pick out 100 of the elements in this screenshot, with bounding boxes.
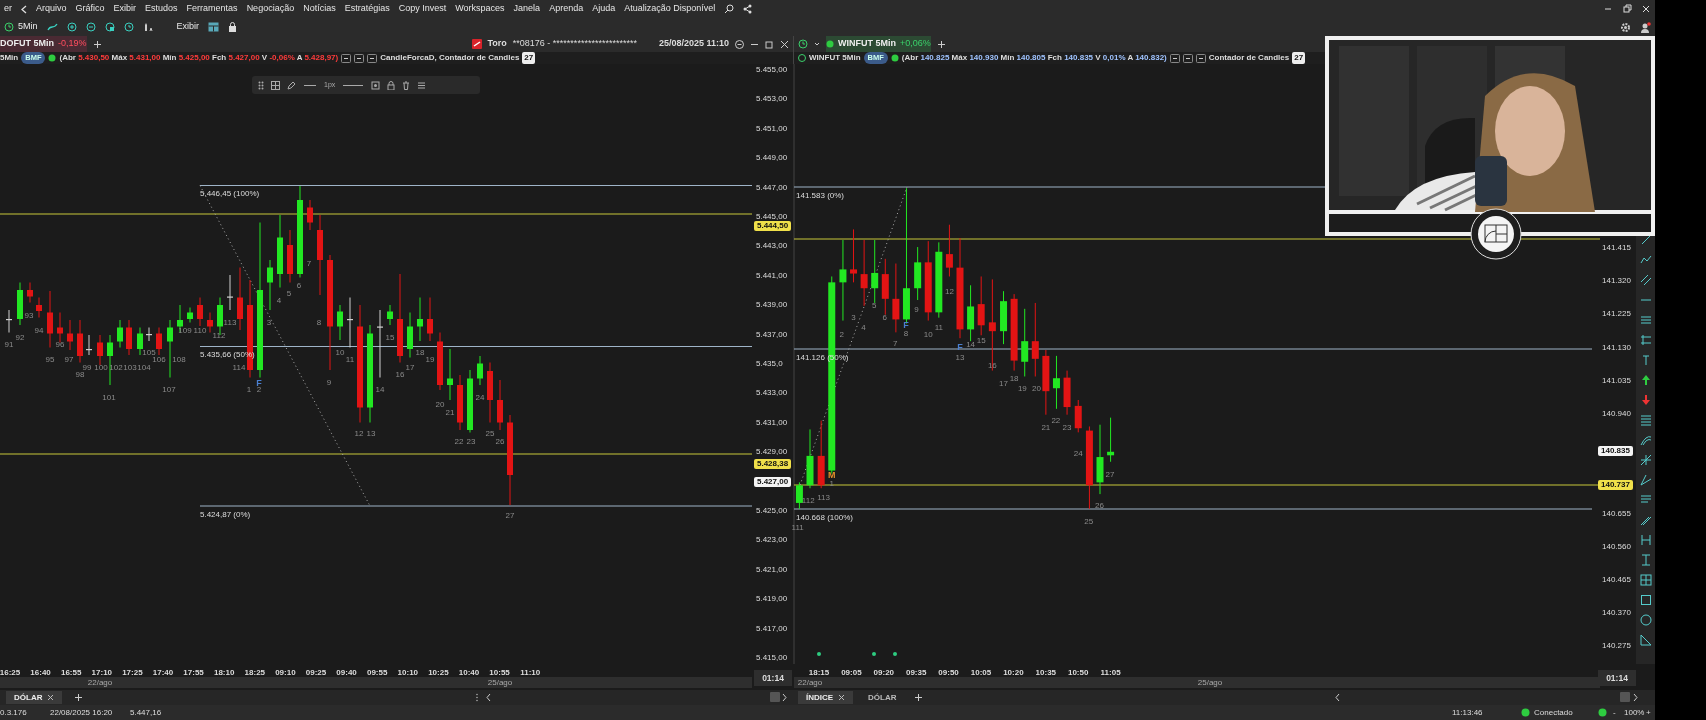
candle	[377, 309, 383, 378]
candle-count: 17	[405, 362, 415, 373]
sheet-tab[interactable]: DÓLAR	[6, 691, 63, 704]
zoom-in-button[interactable]: +	[1646, 707, 1651, 719]
user-alert-icon[interactable]	[1640, 21, 1651, 33]
date-label: 22/ago	[797, 677, 823, 689]
drawing-tool-icon[interactable]	[1639, 454, 1652, 466]
status-dot-icon	[48, 54, 57, 62]
caret-icon[interactable]	[814, 41, 820, 47]
restore-icon[interactable]	[765, 39, 774, 49]
candle	[167, 319, 173, 378]
drawing-tool-icon[interactable]	[1639, 274, 1652, 286]
drawing-tool-icon[interactable]	[1639, 474, 1652, 486]
layout-grid-icon[interactable]	[208, 22, 220, 32]
history-icon[interactable]	[123, 22, 134, 32]
clock-icon	[798, 54, 806, 62]
add-sheet-icon[interactable]	[914, 693, 923, 702]
menu-item[interactable]: Negociação	[246, 2, 295, 16]
scroll-thumb-icon[interactable]	[1620, 692, 1630, 702]
chart-tab[interactable]: DOFUT 5Min -0,19%	[0, 36, 87, 52]
zoom-out-icon[interactable]	[85, 22, 96, 32]
sheet-tab[interactable]: ÍNDICE	[798, 691, 854, 704]
price-axis-label: 5.443,00	[756, 241, 788, 252]
add-tab-icon[interactable]	[936, 39, 946, 49]
zoom-in-icon[interactable]	[66, 22, 77, 32]
candle	[347, 297, 353, 348]
menu-item[interactable]: Copy Invest	[398, 2, 447, 16]
menu-item[interactable]: Aprenda	[549, 2, 584, 16]
close-icon[interactable]	[838, 694, 846, 701]
restore-icon[interactable]	[1622, 4, 1632, 14]
timeframe-button[interactable]: 5Min	[4, 20, 38, 34]
delete-icon[interactable]	[402, 80, 411, 90]
close-icon[interactable]	[1641, 4, 1651, 14]
time-axis-label: 10:50	[1067, 667, 1089, 679]
back-icon[interactable]	[21, 4, 27, 14]
sheet-tab[interactable]: DÓLAR	[860, 691, 905, 704]
lock-icon[interactable]	[228, 22, 238, 32]
zoom-out-button[interactable]: -	[1613, 707, 1616, 719]
candle	[795, 481, 803, 510]
menu-item[interactable]: Atualização Disponível	[624, 2, 716, 16]
menu-item[interactable]: Estudos	[145, 2, 178, 16]
candle	[437, 332, 443, 391]
drawing-tool-icon[interactable]	[1639, 514, 1652, 526]
candle	[237, 267, 243, 331]
chevron-left-icon[interactable]	[1334, 693, 1340, 702]
drawing-tool-icon[interactable]	[1639, 434, 1652, 446]
search-icon[interactable]	[724, 4, 735, 14]
chart-datetime: 25/08/2025 11:10	[658, 37, 729, 51]
share-icon[interactable]	[743, 4, 753, 14]
candle-count: 18	[1009, 374, 1019, 385]
drag-handle-icon[interactable]	[258, 80, 264, 90]
trend-icon[interactable]	[46, 22, 58, 32]
time-axis-label: 09:05	[841, 667, 862, 679]
time-axis-label: 17:40	[152, 667, 174, 679]
level-label: 141.583 (0%)	[796, 190, 845, 201]
chevron-right-icon[interactable]	[781, 693, 787, 702]
lock-icon[interactable]	[387, 80, 396, 90]
menu-item[interactable]: Janela	[513, 2, 541, 16]
menu-item[interactable]: Exibir	[113, 2, 137, 16]
candle	[67, 319, 73, 351]
more-icon[interactable]	[417, 80, 427, 90]
broker-logo-icon	[471, 39, 482, 49]
menu-item[interactable]: Notícias	[303, 2, 336, 16]
view-menu[interactable]: Exibir	[176, 20, 200, 34]
price-axis-label: 5.435,0	[756, 359, 783, 369]
candle-count: 7	[893, 339, 898, 350]
zoom-fit-icon[interactable]	[104, 22, 115, 32]
candle	[27, 282, 33, 303]
add-tab-icon[interactable]	[92, 39, 102, 49]
drawing-tool-icon[interactable]	[1639, 634, 1652, 646]
pencil-icon[interactable]	[287, 80, 296, 90]
candle-count: 23	[466, 436, 476, 447]
clock-icon[interactable]	[798, 39, 808, 49]
menu-item[interactable]: Workspaces	[455, 2, 505, 16]
options-icon[interactable]	[735, 39, 744, 49]
menu-item[interactable]: Gráfico	[75, 2, 105, 16]
add-sheet-icon[interactable]	[74, 693, 83, 702]
chart-tab[interactable]: WINFUT 5Min +0,06%	[826, 36, 931, 52]
drawing-tool-icon[interactable]	[1639, 254, 1652, 266]
menu-item[interactable]: Ferramentas	[186, 2, 238, 16]
menu-item[interactable]: Estratégias	[344, 2, 390, 16]
close-icon[interactable]	[780, 39, 789, 49]
drawing-tool-icon[interactable]	[1639, 594, 1652, 606]
candle-count: 19	[1017, 384, 1027, 395]
chevron-right-icon[interactable]	[1632, 693, 1638, 702]
menu-item[interactable]: Ajuda	[592, 2, 616, 16]
menu-item[interactable]: Arquivo	[36, 2, 67, 16]
drawing-tool-icon[interactable]	[1639, 374, 1652, 386]
candle-count: 27	[1105, 469, 1115, 480]
template-icon[interactable]	[271, 80, 280, 90]
candle-count: 10	[335, 347, 345, 358]
settings-icon[interactable]	[1620, 21, 1631, 33]
scroll-thumb-icon[interactable]	[770, 692, 780, 702]
price-axis-label: 5.417,00	[756, 623, 788, 634]
chart-type-icon[interactable]	[341, 53, 352, 63]
settings-icon[interactable]	[371, 80, 381, 90]
chevron-left-icon[interactable]	[485, 693, 491, 702]
menu-item[interactable]: er	[4, 2, 12, 16]
close-icon[interactable]	[47, 694, 55, 701]
chart-type-icon[interactable]	[1169, 53, 1180, 63]
